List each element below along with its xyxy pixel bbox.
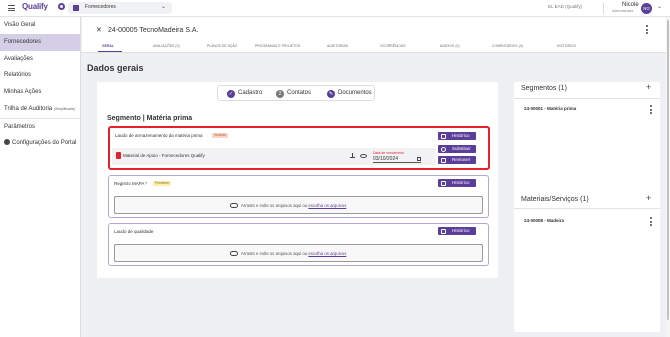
pdf-icon (116, 152, 121, 159)
dropzone-text: Arraste e solte os arquivos aqui ou esco… (241, 251, 347, 256)
company-name: EL EAD (Qualify) (548, 4, 583, 9)
page-title: 24-00005 TecnoMadeira S.A. (108, 27, 199, 34)
grid-icon (73, 5, 79, 11)
divider (603, 3, 604, 14)
calendar-icon[interactable] (417, 157, 421, 161)
eye-icon[interactable] (360, 154, 367, 158)
trash-icon (441, 157, 446, 163)
materials-title: Materiais/Serviços (1) (521, 196, 589, 203)
cloud-upload-icon (230, 203, 238, 208)
history-icon (441, 228, 446, 234)
chevron-down-icon: ⌄ (160, 4, 166, 10)
tab-programas-projetos[interactable]: PROGRAMAS E PROJETOS (255, 44, 300, 48)
divider (514, 98, 660, 99)
dropzone-text: Arraste e solte os arquivos aqui ou esco… (241, 203, 347, 208)
avatar[interactable]: NG (641, 3, 652, 14)
document-label: Laudo de qualidade (114, 229, 154, 234)
sidebar-item-configuracoes[interactable]: Configurações do Portal (0, 135, 80, 152)
document-label: Registro MAPA * (114, 181, 148, 186)
segment-item: 24-00001 - Matéria prima (524, 106, 577, 111)
add-material-plus-icon[interactable]: + (646, 193, 651, 203)
due-date-field[interactable]: 03/10/2024 (373, 156, 421, 163)
tab-avaliacoes[interactable]: AVALIAÇÕES (0) (153, 44, 180, 48)
history-button[interactable]: Histórico (438, 179, 476, 187)
sidebar-item-trilha-auditoria[interactable]: Trilha de Auditoria (Simplificada) (0, 101, 80, 118)
tab-geral[interactable]: GERAL (102, 44, 114, 48)
cloud-upload-icon (230, 251, 238, 256)
segment-options-icon[interactable] (650, 105, 652, 116)
scrollbar-thumb[interactable] (667, 20, 669, 320)
subtab-contatos[interactable]: 2 Contatos (276, 89, 311, 98)
file-row: Material de Apoio - Fornecedores Qualify… (112, 148, 436, 165)
close-icon[interactable]: ✕ (96, 26, 102, 34)
document-item-laudo-armazenamento: Laudo de armazenamento da matéria prima … (108, 126, 490, 170)
segments-title: Segmentos (1) (521, 85, 567, 92)
material-item: 24-00008 - Madeira (524, 218, 565, 223)
choose-files-link[interactable]: escolha os arquivos (308, 203, 346, 208)
sidebar-item-minhas-acoes[interactable]: Minhas Ações (0, 84, 80, 101)
document-label: Laudo de armazenamento da matéria prima (115, 133, 203, 138)
download-icon[interactable] (350, 153, 355, 158)
app-logo[interactable]: Qualify (22, 2, 48, 11)
choose-files-link[interactable]: escolha os arquivos (308, 251, 346, 256)
refresh-icon (441, 146, 446, 152)
divider (514, 208, 660, 209)
number-badge-icon: 2 (276, 89, 284, 98)
tab-comentarios[interactable]: COMENTÁRIOS (0) (492, 44, 523, 48)
replace-button[interactable]: Substituir (438, 145, 476, 153)
tab-anexos[interactable]: ANEXOS (0) (440, 44, 460, 48)
document-item-laudo-qualidade: Laudo de qualidade Histórico Arraste e s… (108, 223, 489, 266)
document-item-registro-mapa: Registro MAPA * Pendente Histórico Arras… (108, 175, 489, 218)
menu-icon[interactable] (8, 5, 15, 11)
sidebar-item-avaliacoes[interactable]: Avaliações (0, 51, 80, 68)
user-name: Nicole (622, 2, 639, 8)
file-dropzone[interactable]: Arraste e solte os arquivos aqui ou esco… (114, 196, 483, 214)
segment-title: Segmento | Matéria prima (107, 115, 193, 122)
sidebar-item-sublabel: (Simplificada) (53, 106, 76, 111)
user-menu-chevron-icon[interactable]: ⌄ (657, 3, 662, 10)
more-options-icon[interactable] (646, 25, 648, 36)
subtab-group: ✓ Cadastro 2 Contatos ✎ Documentos (217, 85, 375, 101)
history-icon (441, 180, 446, 186)
tab-auditorias[interactable]: AUDITORIAS (327, 44, 348, 48)
sidebar-item-parametros[interactable]: Parâmetros (0, 117, 80, 135)
add-segment-plus-icon[interactable]: + (646, 82, 651, 92)
check-icon: ✓ (227, 89, 235, 98)
gear-icon (4, 138, 10, 145)
materials-card: Materiais/Serviços (1) + 24-00008 - Made… (514, 190, 660, 330)
top-bar: Qualify Fornecedores ⌄ EL EAD (Qualify) … (0, 0, 670, 17)
module-selector[interactable]: Fornecedores ⌄ (68, 2, 172, 14)
active-tab-indicator (98, 51, 122, 52)
history-button[interactable]: Histórico (438, 132, 476, 140)
module-label: Fornecedores (85, 4, 116, 10)
pencil-icon: ✎ (327, 89, 335, 98)
status-badge: Vencido (212, 133, 228, 138)
history-icon (441, 133, 446, 139)
logo-mark-icon (58, 3, 65, 10)
user-role: Administrador (612, 9, 634, 13)
section-title: Dados gerais (87, 63, 144, 73)
file-name[interactable]: Material de Apoio - Fornecedores Qualify (123, 153, 205, 158)
status-badge: Pendente (153, 181, 172, 186)
sidebar-item-relatorios[interactable]: Relatórios (0, 67, 80, 84)
sidebar: Visão Geral Fornecedores Avaliações Rela… (0, 17, 81, 337)
tab-historico[interactable]: HISTÓRICO (557, 44, 576, 48)
tab-ocorrencias[interactable]: OCORRÊNCIAS (380, 44, 406, 48)
subtab-documentos[interactable]: ✎ Documentos (327, 89, 372, 98)
due-date-label: Data de vencimento (373, 151, 405, 155)
page-header: ✕ 24-00005 TecnoMadeira S.A. GERAL AVALI… (82, 17, 670, 53)
sidebar-item-visao-geral[interactable]: Visão Geral (0, 17, 80, 34)
subtab-cadastro[interactable]: ✓ Cadastro (227, 89, 262, 98)
material-options-icon[interactable] (650, 217, 652, 228)
tab-planos-de-acao[interactable]: PLANOS DE AÇÃO (207, 44, 237, 48)
sidebar-item-fornecedores[interactable]: Fornecedores (0, 33, 80, 51)
file-dropzone[interactable]: Arraste e solte os arquivos aqui ou esco… (114, 244, 483, 262)
history-button[interactable]: Histórico (438, 227, 476, 235)
remove-button[interactable]: Remover (438, 156, 476, 164)
